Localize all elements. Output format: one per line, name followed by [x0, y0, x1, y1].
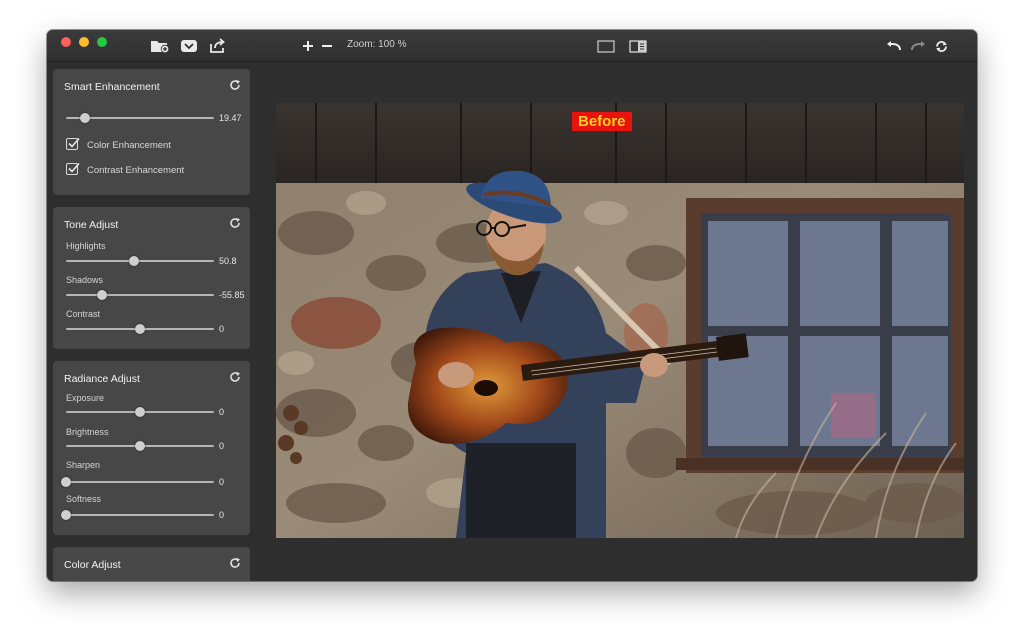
- slider-thumb[interactable]: [129, 256, 140, 266]
- color-adjust-panel: Color Adjust: [53, 547, 250, 581]
- slider-label: Exposure: [66, 393, 105, 403]
- panel-title: Color Adjust: [64, 559, 121, 571]
- slider-value: 19.47: [219, 113, 242, 123]
- brightness-slider[interactable]: [66, 441, 214, 451]
- exposure-slider[interactable]: [66, 407, 214, 417]
- adjustments-sidebar[interactable]: Smart Enhancement 19.47 Color Enhancemen…: [53, 69, 251, 581]
- smart-enhancement-panel: Smart Enhancement 19.47 Color Enhancemen…: [53, 69, 250, 195]
- color-enhancement-checkbox[interactable]: [66, 137, 80, 150]
- maximize-window-button[interactable]: [97, 37, 107, 47]
- slider-value: 0: [219, 441, 225, 451]
- toolbar: Zoom: 100 %: [47, 30, 977, 62]
- tone-adjust-panel: Tone Adjust Highlights 50.8 Shadows -55.…: [53, 207, 250, 349]
- slider-label: Brightness: [66, 427, 109, 437]
- contrast-enhancement-checkbox[interactable]: [66, 162, 80, 175]
- add-folder-icon[interactable]: [150, 37, 170, 55]
- slider-value: 0: [219, 407, 225, 417]
- preview-image[interactable]: Before: [276, 103, 964, 538]
- redo-icon[interactable]: [909, 37, 927, 55]
- checkbox-label: Color Enhancement: [87, 140, 171, 151]
- before-badge: Before: [572, 112, 632, 131]
- panel-title: Radiance Adjust: [64, 373, 140, 385]
- reset-icon[interactable]: [229, 557, 241, 569]
- import-icon[interactable]: [179, 37, 199, 55]
- single-view-icon[interactable]: [596, 37, 616, 55]
- preview-canvas[interactable]: Before: [265, 62, 977, 581]
- sharpen-slider[interactable]: [61, 477, 214, 487]
- slider-value: 50.8: [219, 256, 237, 266]
- slider-label: Shadows: [66, 275, 104, 285]
- checkbox-label: Contrast Enhancement: [87, 165, 185, 176]
- slider-value: 0: [219, 324, 225, 334]
- softness-slider[interactable]: [61, 510, 214, 520]
- reset-icon[interactable]: [229, 217, 241, 229]
- check-icon: [68, 162, 80, 173]
- slider-thumb[interactable]: [61, 477, 71, 487]
- export-icon[interactable]: [208, 37, 228, 55]
- zoom-out-icon[interactable]: [320, 37, 334, 55]
- slider-thumb[interactable]: [61, 510, 71, 520]
- slider-thumb[interactable]: [135, 324, 145, 334]
- slider-label: Softness: [66, 494, 102, 504]
- zoom-in-icon[interactable]: [301, 37, 315, 55]
- check-icon: [68, 137, 80, 148]
- highlights-slider[interactable]: [66, 256, 214, 266]
- panel-title: Tone Adjust: [64, 219, 119, 231]
- slider-thumb[interactable]: [80, 113, 91, 123]
- split-view-icon[interactable]: [628, 37, 648, 55]
- minimize-window-button[interactable]: [79, 37, 89, 47]
- slider-label: Contrast: [66, 309, 101, 319]
- radiance-adjust-panel: Radiance Adjust Exposure 0 Brightness 0 …: [53, 361, 250, 535]
- slider-label: Highlights: [66, 241, 106, 251]
- slider-thumb[interactable]: [96, 290, 107, 300]
- app-window: Zoom: 100 % Smart Enhancement 19.47 Colo…: [47, 30, 977, 581]
- smart-enhancement-slider[interactable]: [66, 113, 214, 123]
- zoom-level: Zoom: 100 %: [347, 39, 407, 50]
- slider-value: -55.85: [219, 290, 245, 300]
- reset-icon[interactable]: [229, 79, 241, 91]
- slider-thumb[interactable]: [135, 441, 145, 451]
- panel-title: Smart Enhancement: [64, 81, 160, 93]
- undo-icon[interactable]: [885, 37, 903, 55]
- shadows-slider[interactable]: [66, 290, 214, 300]
- refresh-icon[interactable]: [933, 37, 949, 55]
- guitarist-photo: [276, 103, 964, 538]
- close-window-button[interactable]: [61, 37, 71, 47]
- slider-label: Sharpen: [66, 460, 101, 470]
- slider-value: 0: [219, 510, 225, 520]
- reset-icon[interactable]: [229, 371, 241, 383]
- slider-value: 0: [219, 477, 225, 487]
- contrast-slider[interactable]: [66, 324, 214, 334]
- slider-thumb[interactable]: [135, 407, 145, 417]
